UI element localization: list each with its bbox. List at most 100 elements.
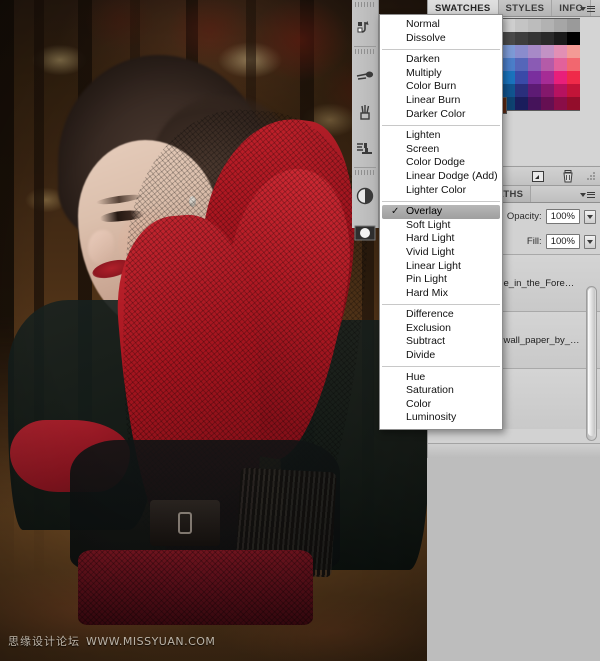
blend-mode-item-overlay[interactable]: ✓ Overlay: [382, 205, 500, 219]
blend-mode-item-linear-burn[interactable]: Linear Burn: [380, 94, 502, 108]
blend-mode-item-linear-light[interactable]: Linear Light: [380, 260, 502, 274]
fill-input[interactable]: 100%: [545, 234, 580, 249]
blend-mode-item-luminosity[interactable]: Luminosity: [380, 411, 502, 425]
swatch-cell[interactable]: [567, 19, 580, 32]
swatch-cell[interactable]: [541, 58, 554, 71]
swatch-cell[interactable]: [554, 58, 567, 71]
swatch-cell[interactable]: [554, 71, 567, 84]
swatch-cell[interactable]: [515, 19, 528, 32]
swatch-cell[interactable]: [567, 32, 580, 45]
layers-panel-menu-icon[interactable]: [580, 189, 596, 200]
photoshop-window: 思缘设计论坛 WWW.MISSYUAN.COM SWATCHES STYLES I…: [0, 0, 600, 661]
blend-mode-item-dissolve[interactable]: Dissolve: [380, 32, 502, 46]
blend-mode-item-soft-light[interactable]: Soft Light: [380, 219, 502, 233]
blend-mode-item-linear-dodge-add[interactable]: Linear Dodge (Add): [380, 170, 502, 184]
opacity-control[interactable]: Opacity: 100%: [507, 209, 596, 224]
swatch-cell[interactable]: [567, 71, 580, 84]
trash-icon[interactable]: [560, 169, 576, 184]
swatch-cell[interactable]: [554, 45, 567, 58]
drag-handle-dots[interactable]: [355, 2, 375, 7]
blend-mode-item-hard-light[interactable]: Hard Light: [380, 232, 502, 246]
swatch-cell[interactable]: [541, 71, 554, 84]
blend-mode-item-darken[interactable]: Darken: [380, 53, 502, 67]
layers-scrollbar[interactable]: [586, 286, 597, 441]
tool-smudge[interactable]: [352, 56, 378, 93]
opacity-input[interactable]: 100%: [545, 209, 580, 224]
swatch-cell[interactable]: [541, 97, 554, 110]
swatch-cell[interactable]: [515, 97, 528, 110]
blend-mode-item-exclusion[interactable]: Exclusion: [380, 322, 502, 336]
swatch-cell[interactable]: [541, 32, 554, 45]
blend-mode-item-difference[interactable]: Difference: [380, 308, 502, 322]
new-layer-icon[interactable]: [530, 169, 546, 184]
swatch-cell[interactable]: [567, 45, 580, 58]
blend-mode-item-color-burn[interactable]: Color Burn: [380, 80, 502, 94]
blend-mode-item-color-dodge[interactable]: Color Dodge: [380, 156, 502, 170]
swatch-cell[interactable]: [554, 32, 567, 45]
blend-mode-item-lighter-color[interactable]: Lighter Color: [380, 184, 502, 198]
blend-mode-item-pin-light[interactable]: Pin Light: [380, 273, 502, 287]
swatch-cell[interactable]: [541, 84, 554, 97]
drag-handle-dots[interactable]: [355, 170, 375, 175]
blend-mode-item-hard-mix[interactable]: Hard Mix: [380, 287, 502, 301]
blend-mode-item-darker-color[interactable]: Darker Color: [380, 108, 502, 122]
swatch-cell[interactable]: [567, 58, 580, 71]
tool-clone-stamp[interactable]: [352, 130, 378, 167]
swatch-cell[interactable]: [528, 71, 541, 84]
menu-item-label: Color: [406, 397, 432, 410]
swatch-cell[interactable]: [528, 84, 541, 97]
swatch-cell[interactable]: [528, 19, 541, 32]
swatch-cell[interactable]: [554, 97, 567, 110]
blend-mode-item-subtract[interactable]: Subtract: [380, 335, 502, 349]
tab-styles[interactable]: STYLES: [498, 0, 553, 16]
resize-grip-icon[interactable]: [585, 169, 600, 184]
blend-mode-item-hue[interactable]: Hue: [380, 371, 502, 385]
blend-mode-item-normal[interactable]: Normal: [380, 18, 502, 32]
swatch-cell[interactable]: [502, 32, 515, 45]
swatch-cell[interactable]: [541, 45, 554, 58]
blend-mode-item-color[interactable]: Color: [380, 398, 502, 412]
swatch-cell[interactable]: [554, 84, 567, 97]
swatch-cell[interactable]: [541, 19, 554, 32]
tools-strip[interactable]: [352, 0, 379, 240]
tool-dodge-burn[interactable]: [352, 177, 378, 214]
swatch-cell[interactable]: [567, 84, 580, 97]
fill-stepper[interactable]: [584, 234, 596, 249]
blend-mode-item-screen[interactable]: Screen: [380, 143, 502, 157]
blend-mode-item-lighten[interactable]: Lighten: [380, 129, 502, 143]
swatch-cell[interactable]: [502, 58, 515, 71]
swatch-cell[interactable]: [502, 71, 515, 84]
swatch-cell[interactable]: [515, 71, 528, 84]
swatch-cell[interactable]: [528, 45, 541, 58]
menu-item-label: Lighter Color: [406, 183, 467, 196]
swatch-cell[interactable]: [554, 19, 567, 32]
swatch-cell[interactable]: [515, 45, 528, 58]
swatch-cell[interactable]: [528, 32, 541, 45]
watermark-cn: 思缘设计论坛: [8, 635, 80, 648]
swatch-cell[interactable]: [567, 97, 580, 110]
tool-history-brush[interactable]: [352, 93, 378, 130]
swatch-cell[interactable]: [515, 84, 528, 97]
opacity-stepper[interactable]: [584, 209, 596, 224]
fill-control[interactable]: Fill: 100%: [527, 234, 596, 249]
history-brush-icon: [360, 104, 370, 120]
blend-mode-item-divide[interactable]: Divide: [380, 349, 502, 363]
blend-mode-dropdown[interactable]: Normal Dissolve Darken Multiply Color Burn Li…: [379, 14, 503, 431]
history-state-icon: [357, 20, 369, 33]
blend-mode-item-multiply[interactable]: Multiply: [380, 67, 502, 81]
swatch-cell[interactable]: [528, 58, 541, 71]
swatch-cell[interactable]: [515, 58, 528, 71]
swatch-cell[interactable]: [515, 32, 528, 45]
swatch-grid[interactable]: [501, 18, 580, 111]
panel-menu-icon[interactable]: [580, 3, 596, 14]
blend-mode-item-saturation[interactable]: Saturation: [380, 384, 502, 398]
tool-history-state[interactable]: [352, 9, 378, 46]
tool-quick-mask[interactable]: [352, 214, 378, 251]
swatch-cell[interactable]: [528, 97, 541, 110]
blend-mode-item-vivid-light[interactable]: Vivid Light: [380, 246, 502, 260]
layers-panel-footer: [428, 443, 600, 458]
swatch-cell[interactable]: [502, 19, 515, 32]
drag-handle-dots[interactable]: [355, 49, 375, 54]
swatch-cell[interactable]: [502, 45, 515, 58]
swatch-cell[interactable]: [502, 84, 515, 97]
